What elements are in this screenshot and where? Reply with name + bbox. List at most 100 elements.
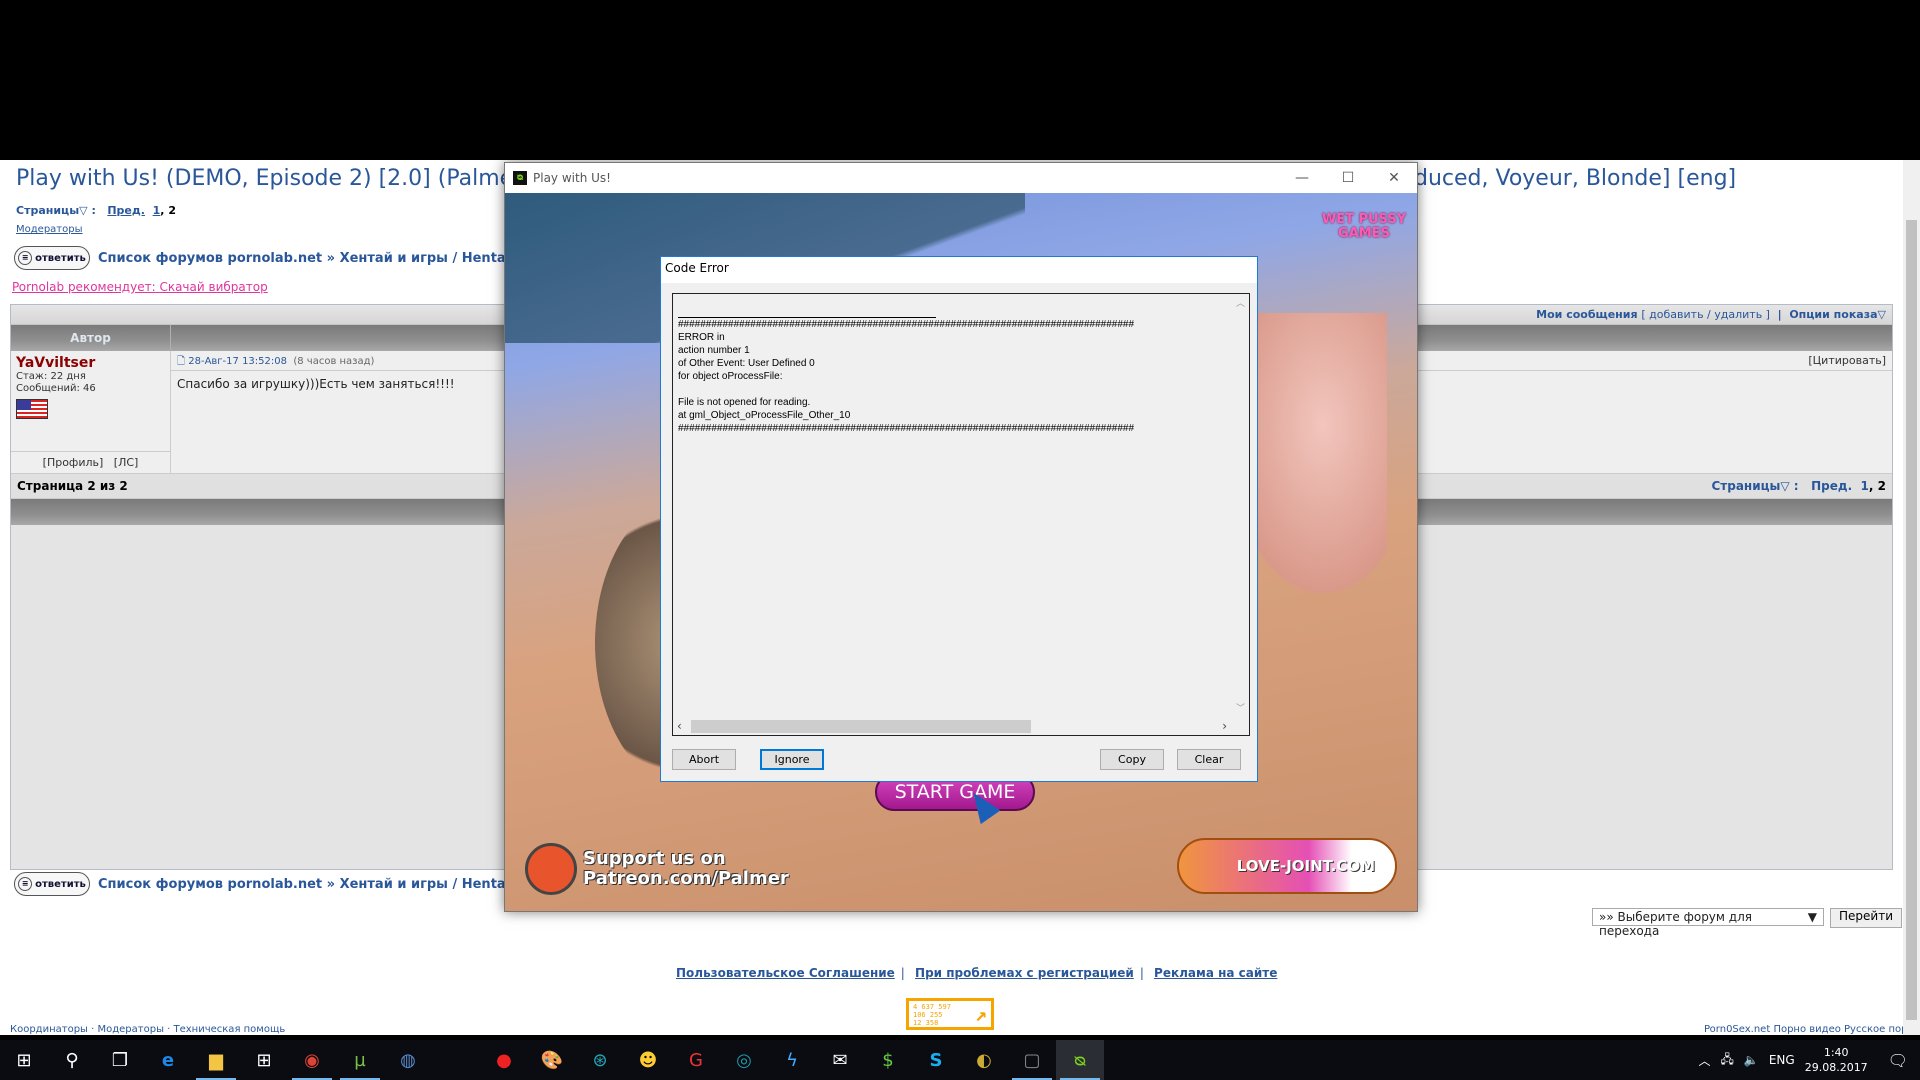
file-explorer-icon[interactable]: ▆ xyxy=(192,1040,240,1080)
clock[interactable]: 1:40 29.08.2017 xyxy=(1805,1045,1868,1075)
store-icon[interactable]: ⊞ xyxy=(240,1040,288,1080)
horizontal-scrollbar[interactable]: ‹ › xyxy=(673,717,1233,735)
pages-label-bottom[interactable]: Страницы xyxy=(1711,479,1780,493)
paint-icon[interactable]: 🎨 xyxy=(528,1040,576,1080)
recommend-row: Pornolab рекомендует: Скачай вибратор xyxy=(12,280,268,294)
vertical-scrollbar[interactable]: ︿ ﹀ xyxy=(1232,294,1249,716)
moderators-link[interactable]: Модераторы xyxy=(16,224,82,235)
pages-label[interactable]: Страницы xyxy=(16,204,79,217)
my-messages-link[interactable]: Мои сообщения xyxy=(1536,308,1637,321)
patreon-line-1: Support us on xyxy=(583,848,726,869)
chrome-icon[interactable]: ◉ xyxy=(288,1040,336,1080)
mail-icon[interactable]: ✉ xyxy=(816,1040,864,1080)
page-1-link-bottom[interactable]: 1 xyxy=(1861,479,1869,493)
topic-title-end[interactable]: duced, Voyeur, Blonde] [eng] xyxy=(1414,166,1736,191)
author-name[interactable]: YaVviltser xyxy=(16,355,165,371)
recommend-label[interactable]: Pornolab рекомендует: xyxy=(12,280,156,294)
reply-button-bottom[interactable]: ≡ ответить xyxy=(14,872,90,896)
search-icon[interactable]: ⚲ xyxy=(48,1040,96,1080)
reply-row-top: ≡ ответить Список форумов pornolab.net » … xyxy=(14,246,580,270)
skype-icon[interactable]: S xyxy=(912,1040,960,1080)
ignore-button[interactable]: Ignore xyxy=(760,749,824,770)
post-author-cell: YaVviltser Стаж: 22 дня Сообщений: 46 [П… xyxy=(11,351,171,473)
language-indicator[interactable]: ENG xyxy=(1769,1053,1795,1067)
recorder-icon[interactable]: ● xyxy=(480,1040,528,1080)
wet-pussy-games-logo: WET PUSSY GAMES xyxy=(1321,212,1407,241)
action-center-icon[interactable]: 🗨 xyxy=(1888,1051,1908,1070)
task-view-icon[interactable]: ❐ xyxy=(96,1040,144,1080)
system-tray: ︿ 🖧 🔈 ENG 1:40 29.08.2017 🗨 xyxy=(1698,1040,1920,1080)
footer-staff-links[interactable]: Координаторы · Модераторы · Техническая … xyxy=(10,1024,285,1035)
reply-label: ответить xyxy=(35,878,86,890)
reply-button[interactable]: ≡ ответить xyxy=(14,246,90,270)
advertising-link[interactable]: Реклама на сайте xyxy=(1154,966,1277,980)
document-icon: ≡ xyxy=(18,877,33,891)
dropdown-arrow-icon: ▼ xyxy=(1807,910,1817,924)
ccleaner-icon[interactable]: G xyxy=(672,1040,720,1080)
pages-sep: , xyxy=(160,204,165,217)
network-app-icon[interactable]: ◎ xyxy=(720,1040,768,1080)
scroll-down-icon[interactable]: ﹀ xyxy=(1232,701,1249,714)
user-agreement-link[interactable]: Пользовательское Соглашение xyxy=(676,966,895,980)
pagination-top: Страницы▽ : Пред. 1, 2 xyxy=(16,204,176,217)
scroll-up-icon[interactable]: ︿ xyxy=(1232,296,1249,309)
prev-page-link-bottom[interactable]: Пред. xyxy=(1811,479,1852,493)
patreon-banner[interactable]: Support us on Patreon.com/Palmer xyxy=(525,843,789,895)
forum-jump: »» Выберите форум для перехода ▼ Перейти xyxy=(1592,908,1902,938)
start-button-icon[interactable]: ⊞ xyxy=(0,1040,48,1080)
abort-button[interactable]: Abort xyxy=(672,749,736,770)
scrollbar-thumb[interactable] xyxy=(1906,220,1917,1020)
footer-partner-links[interactable]: Porn0Sex.net Порно видео Русское порно xyxy=(1704,1024,1920,1035)
minimize-icon[interactable]: — xyxy=(1279,163,1325,193)
volume-icon[interactable]: 🔈 xyxy=(1744,1053,1759,1067)
pm-link[interactable]: [ЛС] xyxy=(114,456,139,469)
pages-dropdown-icon[interactable]: ▽ xyxy=(79,204,87,217)
author-messages: Сообщений: 46 xyxy=(16,383,96,394)
love-joint-banner[interactable]: LOVE-JOINT.COM xyxy=(1177,838,1397,894)
scroll-left-icon[interactable]: ‹ xyxy=(677,719,682,733)
forum-jump-go-button[interactable]: Перейти xyxy=(1830,908,1902,928)
display-options-link[interactable]: Опции показа xyxy=(1789,308,1877,321)
post-date[interactable]: 28-Авг-17 13:52:08 xyxy=(188,356,287,367)
arrow-icon: ↗ xyxy=(974,1002,987,1026)
close-icon[interactable]: ✕ xyxy=(1371,163,1417,193)
forum-jump-select[interactable]: »» Выберите форум для перехода ▼ xyxy=(1592,908,1824,938)
registration-help-link[interactable]: При проблемах с регистрацией xyxy=(915,966,1134,980)
chevron-down-icon[interactable]: ▽ xyxy=(1878,308,1886,321)
footer-links: Пользовательское Соглашение | При проблем… xyxy=(676,966,1278,980)
wallet-app-icon[interactable]: ◐ xyxy=(960,1040,1008,1080)
profile-link[interactable]: [Профиль] xyxy=(43,456,104,469)
prev-page-link[interactable]: Пред. xyxy=(107,204,145,217)
window-controls: — ☐ ✕ xyxy=(1279,163,1417,193)
topic-title[interactable]: Play with Us! (DEMO, Episode 2) [2.0] (P… xyxy=(16,166,531,191)
copy-button[interactable]: Copy xyxy=(1100,749,1164,770)
edge-icon[interactable]: e xyxy=(144,1040,192,1080)
network-icon[interactable]: 🖧 xyxy=(1721,1050,1734,1071)
error-text-area[interactable]: ########################################… xyxy=(672,293,1250,736)
forum-jump-value: »» Выберите форум для перехода xyxy=(1599,910,1752,938)
utorrent-icon[interactable]: µ xyxy=(336,1040,384,1080)
show-hidden-icons[interactable]: ︿ xyxy=(1698,1052,1710,1069)
page-scrollbar[interactable] xyxy=(1903,160,1920,1035)
sandbox-app-icon[interactable]: ▢ xyxy=(1008,1040,1056,1080)
us-flag-icon xyxy=(16,399,48,419)
lightning-app-icon[interactable]: ϟ xyxy=(768,1040,816,1080)
patreon-line-2: Patreon.com/Palmer xyxy=(583,868,789,889)
author-links: [Профиль] [ЛС] xyxy=(11,451,170,473)
maximize-icon[interactable]: ☐ xyxy=(1325,163,1371,193)
liveinternet-counter[interactable]: 4 637 597 106 255 12 358 ↗ xyxy=(906,998,994,1030)
blank-app-icon[interactable] xyxy=(432,1040,480,1080)
steam-icon[interactable]: ◍ xyxy=(384,1040,432,1080)
money-app-icon[interactable]: $ xyxy=(864,1040,912,1080)
quote-link[interactable]: [Цитировать] xyxy=(1808,354,1886,367)
recommend-link[interactable]: Скачай вибратор xyxy=(159,280,267,294)
clear-button[interactable]: Clear xyxy=(1177,749,1241,770)
add-remove-link[interactable]: [ добавить / удалить ] xyxy=(1641,308,1770,321)
game-app-icon[interactable]: ☻ xyxy=(624,1040,672,1080)
scroll-right-icon[interactable]: › xyxy=(1222,719,1227,733)
play-with-us-taskbar-icon[interactable]: ᴓ xyxy=(1056,1040,1104,1080)
code-error-dialog: Code Error #############################… xyxy=(660,256,1258,782)
download-manager-icon[interactable]: ⊛ xyxy=(576,1040,624,1080)
post-ago: (8 часов назад) xyxy=(293,356,375,367)
horizontal-scrollbar-thumb[interactable] xyxy=(691,720,1031,733)
